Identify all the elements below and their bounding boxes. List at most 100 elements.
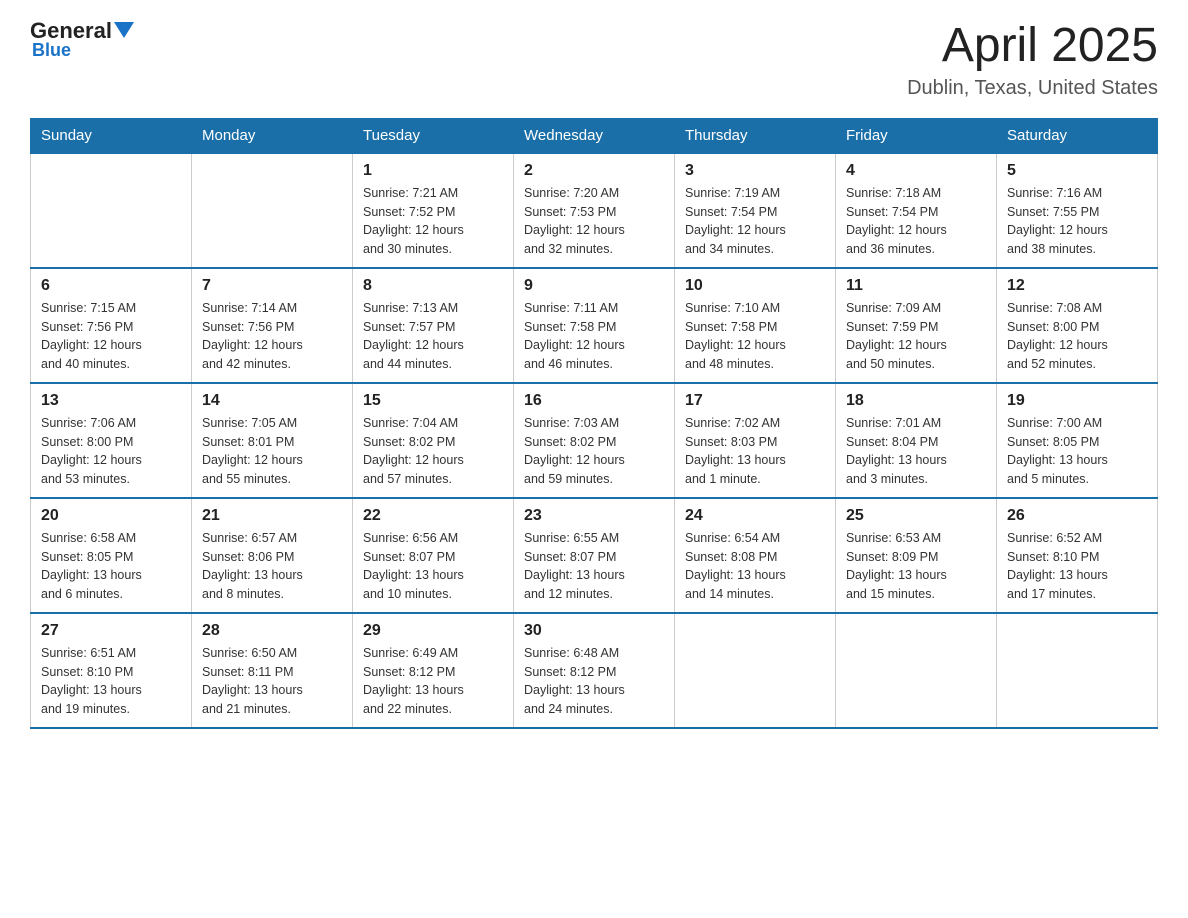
day-number: 11 bbox=[846, 277, 986, 295]
day-info: Sunrise: 7:08 AMSunset: 8:00 PMDaylight:… bbox=[1007, 299, 1147, 374]
calendar-table: SundayMondayTuesdayWednesdayThursdayFrid… bbox=[30, 118, 1158, 729]
title-area: April 2025 Dublin, Texas, United States bbox=[907, 20, 1158, 100]
day-info: Sunrise: 7:18 AMSunset: 7:54 PMDaylight:… bbox=[846, 184, 986, 259]
day-info: Sunrise: 6:55 AMSunset: 8:07 PMDaylight:… bbox=[524, 529, 664, 604]
day-info: Sunrise: 7:15 AMSunset: 7:56 PMDaylight:… bbox=[41, 299, 181, 374]
day-of-week-header: Tuesday bbox=[353, 118, 514, 153]
day-info: Sunrise: 7:10 AMSunset: 7:58 PMDaylight:… bbox=[685, 299, 825, 374]
calendar-cell: 26Sunrise: 6:52 AMSunset: 8:10 PMDayligh… bbox=[997, 498, 1158, 613]
calendar-cell: 12 Sunrise: 7:08 AMSunset: 8:00 PMDayligh… bbox=[997, 268, 1158, 383]
calendar-cell: 25 Sunrise: 6:53 AMSunset: 8:09 PMDayligh… bbox=[836, 498, 997, 613]
calendar-week-row: 13 Sunrise: 7:06 AMSunset: 8:00 PMDayligh… bbox=[31, 383, 1158, 498]
day-of-week-header: Sunday bbox=[31, 118, 192, 153]
calendar-cell: 21 Sunrise: 6:57 AMSunset: 8:06 PMDayligh… bbox=[192, 498, 353, 613]
calendar-cell: 24 Sunrise: 6:54 AMSunset: 8:08 PMDayligh… bbox=[675, 498, 836, 613]
logo-general: General bbox=[30, 20, 112, 42]
calendar-cell: 18 Sunrise: 7:01 AMSunset: 8:04 PMDayligh… bbox=[836, 383, 997, 498]
day-info: Sunrise: 7:21 AMSunset: 7:52 PMDaylight:… bbox=[363, 184, 503, 259]
day-number: 27 bbox=[41, 622, 181, 640]
day-info: Sunrise: 6:57 AMSunset: 8:06 PMDaylight:… bbox=[202, 529, 342, 604]
calendar-cell: 8Sunrise: 7:13 AMSunset: 7:57 PMDaylight… bbox=[353, 268, 514, 383]
day-info: Sunrise: 7:14 AMSunset: 7:56 PMDaylight:… bbox=[202, 299, 342, 374]
day-info: Sunrise: 7:00 AMSunset: 8:05 PMDaylight:… bbox=[1007, 414, 1147, 489]
day-number: 13 bbox=[41, 392, 181, 410]
day-number: 5 bbox=[1007, 162, 1147, 180]
day-number: 16 bbox=[524, 392, 664, 410]
day-number: 21 bbox=[202, 507, 342, 525]
calendar-cell: 4 Sunrise: 7:18 AMSunset: 7:54 PMDaylight… bbox=[836, 153, 997, 268]
calendar-cell: 22Sunrise: 6:56 AMSunset: 8:07 PMDayligh… bbox=[353, 498, 514, 613]
day-info: Sunrise: 6:49 AMSunset: 8:12 PMDaylight:… bbox=[363, 644, 503, 719]
day-number: 7 bbox=[202, 277, 342, 295]
calendar-cell: 3Sunrise: 7:19 AMSunset: 7:54 PMDaylight… bbox=[675, 153, 836, 268]
day-of-week-header: Friday bbox=[836, 118, 997, 153]
day-number: 20 bbox=[41, 507, 181, 525]
day-number: 9 bbox=[524, 277, 664, 295]
calendar-cell: 15Sunrise: 7:04 AMSunset: 8:02 PMDayligh… bbox=[353, 383, 514, 498]
day-number: 19 bbox=[1007, 392, 1147, 410]
day-info: Sunrise: 7:11 AMSunset: 7:58 PMDaylight:… bbox=[524, 299, 664, 374]
day-number: 3 bbox=[685, 162, 825, 180]
day-number: 25 bbox=[846, 507, 986, 525]
logo-triangle bbox=[114, 22, 134, 38]
day-info: Sunrise: 6:54 AMSunset: 8:08 PMDaylight:… bbox=[685, 529, 825, 604]
calendar-cell: 16 Sunrise: 7:03 AMSunset: 8:02 PMDayligh… bbox=[514, 383, 675, 498]
calendar-cell: 13 Sunrise: 7:06 AMSunset: 8:00 PMDayligh… bbox=[31, 383, 192, 498]
calendar-cell: 28Sunrise: 6:50 AMSunset: 8:11 PMDayligh… bbox=[192, 613, 353, 728]
logo: General Blue bbox=[30, 20, 134, 61]
calendar-cell bbox=[675, 613, 836, 728]
day-number: 12 bbox=[1007, 277, 1147, 295]
calendar-cell: 10 Sunrise: 7:10 AMSunset: 7:58 PMDayligh… bbox=[675, 268, 836, 383]
day-number: 18 bbox=[846, 392, 986, 410]
day-info: Sunrise: 7:01 AMSunset: 8:04 PMDaylight:… bbox=[846, 414, 986, 489]
day-of-week-header: Monday bbox=[192, 118, 353, 153]
header-row: SundayMondayTuesdayWednesdayThursdayFrid… bbox=[31, 118, 1158, 153]
calendar-cell: 1 Sunrise: 7:21 AMSunset: 7:52 PMDaylight… bbox=[353, 153, 514, 268]
calendar-cell: 11 Sunrise: 7:09 AMSunset: 7:59 PMDayligh… bbox=[836, 268, 997, 383]
day-info: Sunrise: 7:09 AMSunset: 7:59 PMDaylight:… bbox=[846, 299, 986, 374]
day-number: 2 bbox=[524, 162, 664, 180]
calendar-week-row: 20 Sunrise: 6:58 AMSunset: 8:05 PMDayligh… bbox=[31, 498, 1158, 613]
day-number: 23 bbox=[524, 507, 664, 525]
calendar-cell: 9 Sunrise: 7:11 AMSunset: 7:58 PMDaylight… bbox=[514, 268, 675, 383]
calendar-week-row: 6Sunrise: 7:15 AMSunset: 7:56 PMDaylight… bbox=[31, 268, 1158, 383]
day-number: 26 bbox=[1007, 507, 1147, 525]
header: General Blue April 2025 Dublin, Texas, U… bbox=[30, 20, 1158, 100]
calendar-cell: 23 Sunrise: 6:55 AMSunset: 8:07 PMDayligh… bbox=[514, 498, 675, 613]
calendar-cell bbox=[836, 613, 997, 728]
day-info: Sunrise: 6:51 AMSunset: 8:10 PMDaylight:… bbox=[41, 644, 181, 719]
day-info: Sunrise: 7:03 AMSunset: 8:02 PMDaylight:… bbox=[524, 414, 664, 489]
day-info: Sunrise: 6:50 AMSunset: 8:11 PMDaylight:… bbox=[202, 644, 342, 719]
day-info: Sunrise: 7:06 AMSunset: 8:00 PMDaylight:… bbox=[41, 414, 181, 489]
day-info: Sunrise: 7:16 AMSunset: 7:55 PMDaylight:… bbox=[1007, 184, 1147, 259]
calendar-cell: 14Sunrise: 7:05 AMSunset: 8:01 PMDayligh… bbox=[192, 383, 353, 498]
day-number: 15 bbox=[363, 392, 503, 410]
day-info: Sunrise: 6:53 AMSunset: 8:09 PMDaylight:… bbox=[846, 529, 986, 604]
calendar-cell bbox=[192, 153, 353, 268]
day-info: Sunrise: 7:20 AMSunset: 7:53 PMDaylight:… bbox=[524, 184, 664, 259]
day-number: 24 bbox=[685, 507, 825, 525]
calendar-cell: 2 Sunrise: 7:20 AMSunset: 7:53 PMDaylight… bbox=[514, 153, 675, 268]
day-number: 4 bbox=[846, 162, 986, 180]
calendar-cell: 6Sunrise: 7:15 AMSunset: 7:56 PMDaylight… bbox=[31, 268, 192, 383]
day-info: Sunrise: 6:58 AMSunset: 8:05 PMDaylight:… bbox=[41, 529, 181, 604]
page-container: General Blue April 2025 Dublin, Texas, U… bbox=[30, 20, 1158, 729]
calendar-week-row: 1 Sunrise: 7:21 AMSunset: 7:52 PMDaylight… bbox=[31, 153, 1158, 268]
calendar-cell: 30Sunrise: 6:48 AMSunset: 8:12 PMDayligh… bbox=[514, 613, 675, 728]
day-info: Sunrise: 7:13 AMSunset: 7:57 PMDaylight:… bbox=[363, 299, 503, 374]
day-info: Sunrise: 7:02 AMSunset: 8:03 PMDaylight:… bbox=[685, 414, 825, 489]
subtitle: Dublin, Texas, United States bbox=[907, 77, 1158, 100]
calendar-week-row: 27 Sunrise: 6:51 AMSunset: 8:10 PMDayligh… bbox=[31, 613, 1158, 728]
day-number: 22 bbox=[363, 507, 503, 525]
day-number: 17 bbox=[685, 392, 825, 410]
day-number: 1 bbox=[363, 162, 503, 180]
calendar-cell: 5 Sunrise: 7:16 AMSunset: 7:55 PMDaylight… bbox=[997, 153, 1158, 268]
day-number: 10 bbox=[685, 277, 825, 295]
logo-blue: Blue bbox=[32, 40, 71, 61]
day-of-week-header: Saturday bbox=[997, 118, 1158, 153]
day-of-week-header: Thursday bbox=[675, 118, 836, 153]
calendar-cell: 19 Sunrise: 7:00 AMSunset: 8:05 PMDayligh… bbox=[997, 383, 1158, 498]
calendar-cell: 27 Sunrise: 6:51 AMSunset: 8:10 PMDayligh… bbox=[31, 613, 192, 728]
day-info: Sunrise: 6:48 AMSunset: 8:12 PMDaylight:… bbox=[524, 644, 664, 719]
calendar-cell: 7 Sunrise: 7:14 AMSunset: 7:56 PMDaylight… bbox=[192, 268, 353, 383]
